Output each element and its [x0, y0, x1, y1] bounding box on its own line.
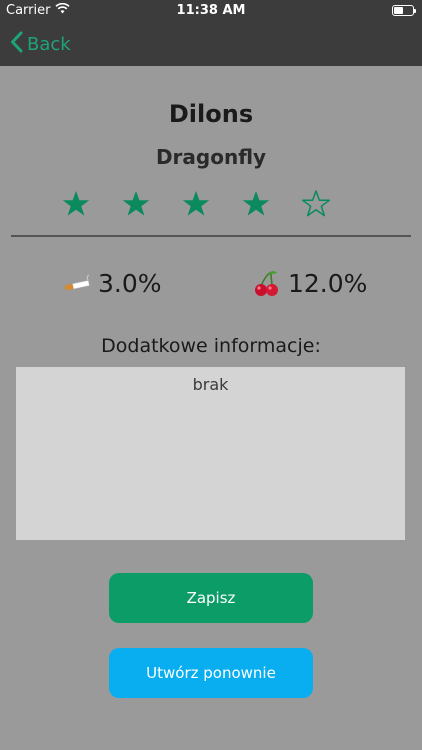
status-bar: Carrier 11:38 AM	[0, 0, 422, 22]
cigarette-icon	[62, 270, 92, 296]
nicotine-value: 3.0%	[98, 268, 162, 298]
star-filled-icon[interactable]	[240, 188, 272, 220]
navigation-bar: Back	[0, 22, 422, 66]
battery-tip	[414, 9, 416, 13]
star-outline-icon[interactable]	[300, 188, 332, 220]
info-label: Dodatkowe informacje:	[101, 335, 321, 357]
nicotine-stat: 3.0%	[62, 266, 162, 300]
battery-icon	[392, 5, 416, 16]
back-label: Back	[27, 33, 71, 55]
star-filled-icon[interactable]	[120, 188, 152, 220]
star-filled-icon[interactable]	[60, 188, 92, 220]
divider	[11, 235, 411, 237]
recreate-button[interactable]: Utwórz ponownie	[109, 648, 313, 698]
cherries-icon	[252, 270, 282, 296]
star-rating[interactable]	[60, 188, 362, 220]
fruit-stat: 12.0%	[252, 266, 367, 300]
recreate-button-label: Utwórz ponownie	[146, 664, 276, 682]
back-button[interactable]: Back	[10, 30, 71, 58]
battery-level	[394, 7, 403, 14]
save-button[interactable]: Zapisz	[109, 573, 313, 623]
star-filled-icon[interactable]	[180, 188, 212, 220]
save-button-label: Zapisz	[186, 589, 236, 607]
status-time: 11:38 AM	[176, 3, 246, 18]
product-flavor: Dragonfly	[155, 145, 267, 169]
chevron-left-icon	[10, 31, 23, 58]
info-value: brak	[192, 375, 229, 394]
product-name: Dilons	[168, 100, 254, 128]
fruit-value: 12.0%	[288, 268, 368, 298]
info-text-area[interactable]: brak	[16, 367, 405, 540]
